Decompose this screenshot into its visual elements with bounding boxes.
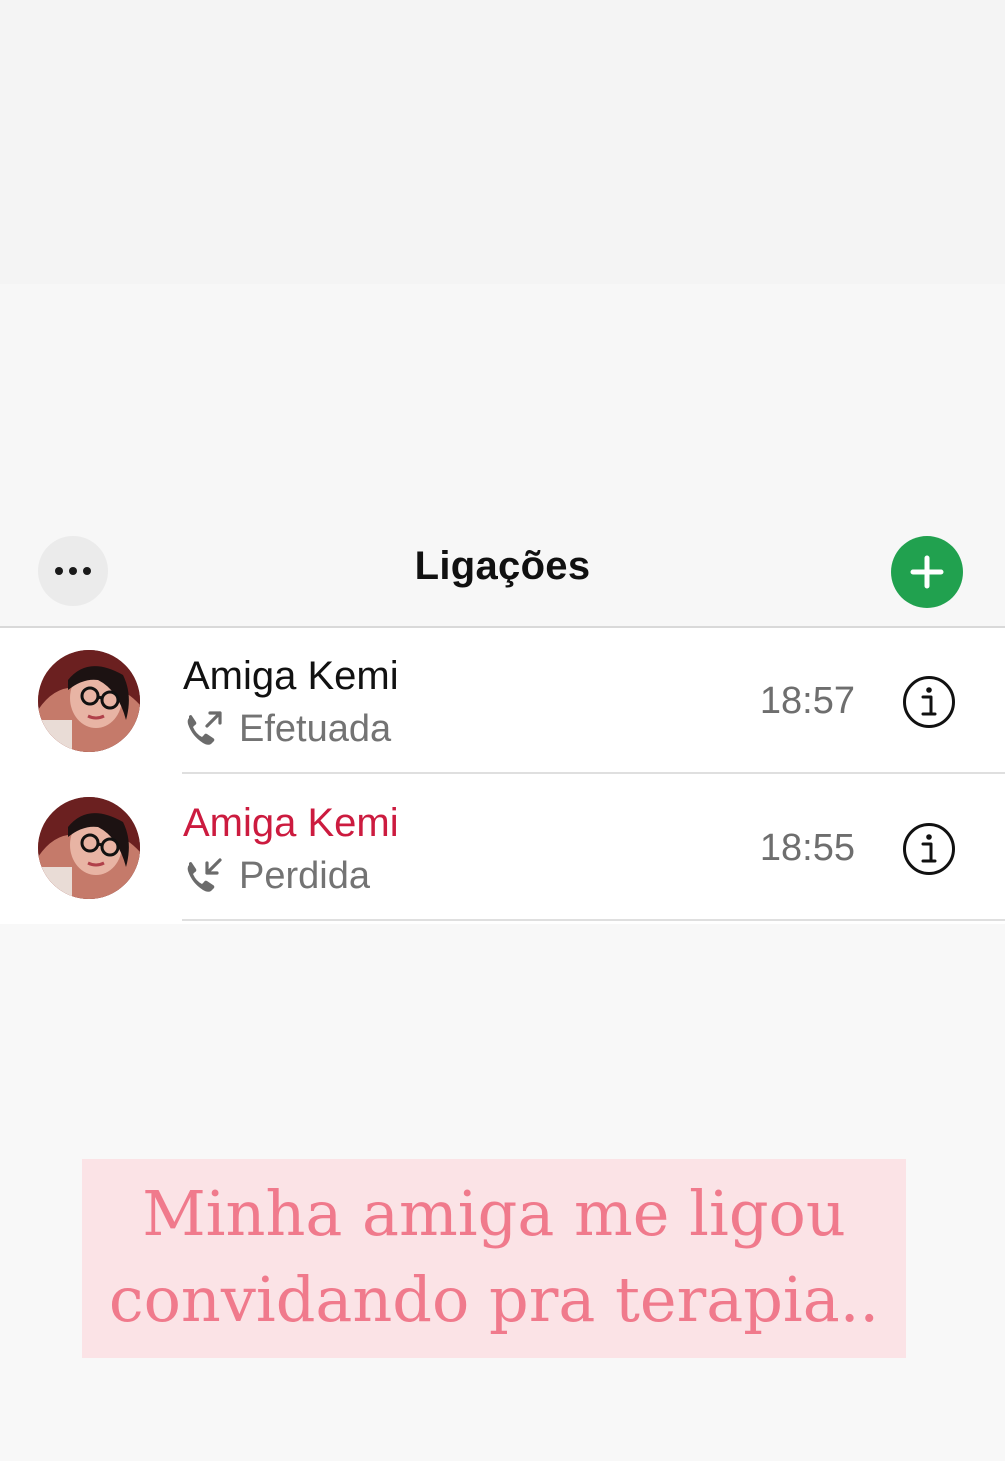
call-list: Amiga Kemi Efetuada 18:57 Amiga Kemi Per…	[0, 628, 1005, 924]
new-call-button[interactable]	[891, 536, 963, 608]
call-info-button[interactable]	[902, 822, 956, 876]
call-type-label: Perdida	[239, 855, 370, 897]
avatar[interactable]	[38, 650, 140, 752]
caption-line-1: Minha amiga me ligou	[142, 1177, 846, 1250]
row-divider	[182, 772, 1005, 774]
call-time: 18:55	[759, 827, 855, 869]
call-type-label: Efetuada	[239, 708, 392, 750]
contact-name-missed: Amiga Kemi	[183, 801, 399, 845]
call-info-button[interactable]	[902, 675, 956, 729]
incoming-call-icon	[187, 857, 222, 892]
top-background	[0, 0, 1005, 284]
call-row-missed[interactable]: Amiga Kemi Perdida 18:55	[0, 775, 1005, 921]
caption-overlay: Minha amiga me ligou convidando pra tera…	[82, 1159, 906, 1358]
plus-icon	[910, 555, 944, 589]
caption-line-2: convidando pra terapia..	[108, 1263, 880, 1336]
call-time: 18:57	[759, 680, 855, 722]
outgoing-call-icon	[187, 710, 222, 745]
calls-header: Ligações	[0, 522, 1005, 628]
call-type: Perdida	[183, 855, 370, 898]
avatar[interactable]	[38, 797, 140, 899]
row-divider	[182, 919, 1005, 921]
info-icon	[903, 676, 955, 728]
page-title: Ligações	[414, 544, 591, 588]
contact-name: Amiga Kemi	[183, 654, 399, 698]
info-icon	[903, 823, 955, 875]
call-type: Efetuada	[183, 708, 391, 751]
call-row-outgoing[interactable]: Amiga Kemi Efetuada 18:57	[0, 628, 1005, 774]
